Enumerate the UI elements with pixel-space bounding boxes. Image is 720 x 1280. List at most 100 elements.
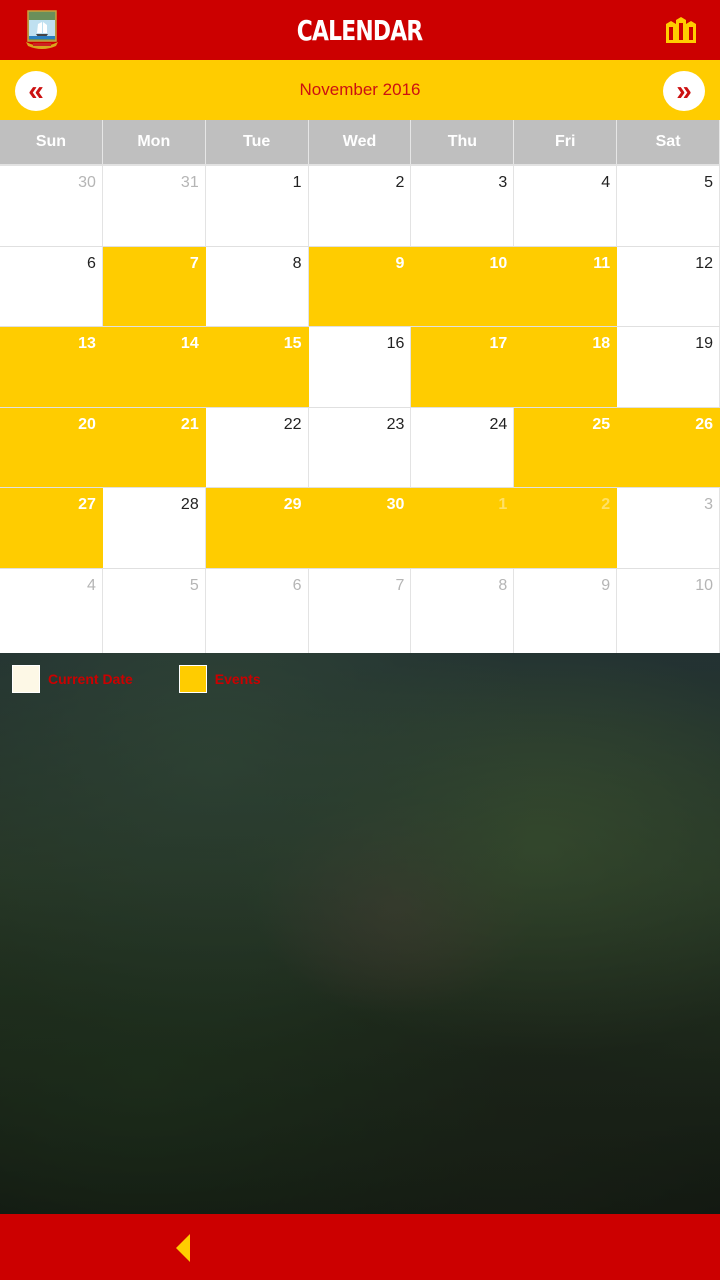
- calendar-day[interactable]: 4: [514, 166, 618, 246]
- calendar-day-event[interactable]: 21: [102, 407, 206, 487]
- day-number: 28: [180, 496, 199, 513]
- day-number: 26: [695, 415, 714, 433]
- day-number: 30: [386, 496, 405, 513]
- calendar-day[interactable]: 2: [308, 166, 412, 246]
- calendar-day[interactable]: 10: [617, 568, 720, 654]
- day-number: 23: [386, 415, 405, 433]
- calendar-day[interactable]: 3: [617, 488, 720, 568]
- day-number: 25: [592, 415, 611, 433]
- calendar-day-event[interactable]: 13: [0, 327, 103, 407]
- next-month-button[interactable]: »: [663, 71, 705, 111]
- calendar-day-event[interactable]: 2: [514, 488, 618, 568]
- legend-label: Current Date: [48, 671, 133, 687]
- calendar-week-row: 6 7 8 9 10 11 12: [0, 246, 720, 327]
- calendar-day[interactable]: 5: [617, 166, 720, 246]
- current-month-label: November 2016: [299, 80, 421, 99]
- calendar-day-event[interactable]: 30: [308, 488, 412, 568]
- calendar-day[interactable]: 5: [102, 568, 206, 654]
- day-number: 15: [283, 335, 302, 352]
- day-number: 10: [489, 254, 508, 272]
- day-number: 27: [78, 496, 96, 513]
- calendar-day-event[interactable]: 18: [514, 327, 618, 407]
- double-chevron-right-icon: »: [676, 75, 692, 106]
- day-number: 3: [498, 174, 508, 191]
- weekday-header: Mon: [103, 120, 206, 164]
- calendar-day-event[interactable]: 27: [0, 488, 103, 568]
- calendar-day[interactable]: 22: [205, 407, 309, 487]
- calendar-day[interactable]: 4: [0, 568, 103, 654]
- day-number: 21: [180, 415, 199, 433]
- aerial-background-image: [0, 653, 720, 1215]
- calendar-day-event[interactable]: 15: [205, 327, 309, 407]
- calendar-day[interactable]: 23: [308, 407, 412, 487]
- page-title: CALENDAR: [297, 13, 423, 47]
- calendar-day[interactable]: 30: [0, 166, 103, 246]
- month-navigation-bar: November 2016: [0, 60, 720, 120]
- calendar-day[interactable]: 6: [0, 246, 103, 326]
- day-number: 6: [86, 254, 96, 272]
- calendar-day[interactable]: 3: [411, 166, 515, 246]
- back-arrow-icon[interactable]: [176, 1234, 192, 1262]
- weekday-header: Sun: [0, 120, 103, 164]
- events-swatch: [178, 665, 207, 693]
- day-number: 20: [78, 415, 96, 433]
- calendar-day[interactable]: 24: [411, 407, 515, 487]
- calendar-day-event[interactable]: 1: [411, 488, 515, 568]
- calendar-day[interactable]: 28: [102, 488, 206, 568]
- day-number: 7: [395, 576, 405, 594]
- calendar-week-row: 20 21 22 23 24 25 26: [0, 407, 720, 488]
- weekday-header: Thu: [411, 120, 515, 164]
- calendar-day[interactable]: 7: [308, 568, 412, 654]
- calendar-day[interactable]: 9: [514, 568, 618, 654]
- calendar-day[interactable]: 6: [205, 568, 309, 654]
- calendar-day-event[interactable]: 7: [102, 246, 206, 326]
- buildings-icon[interactable]: [664, 16, 698, 44]
- calendar-day-event[interactable]: 29: [205, 488, 309, 568]
- bottom-bar: [0, 1214, 720, 1280]
- day-number: 24: [489, 415, 508, 433]
- weekday-header: Wed: [309, 120, 412, 164]
- day-number: 11: [593, 254, 611, 272]
- calendar-day[interactable]: 8: [205, 246, 309, 326]
- legend-item-current-date: Current Date: [12, 665, 133, 693]
- calendar-day-event[interactable]: 9: [308, 246, 412, 326]
- calendar-grid: Sun Mon Tue Wed Thu Fri Sat 30 31 1 2 3 4 5 6 7 8…: [0, 120, 720, 655]
- calendar-weeks: 30 31 1 2 3 4 5 6 7 8 9 10 11 12 13 14 15 16 17 18 19 20 21 22 2…: [0, 166, 720, 655]
- calendar-week-row: 30 31 1 2 3 4 5: [0, 166, 720, 247]
- day-number: 14: [180, 335, 199, 352]
- calendar-day-event[interactable]: 14: [102, 327, 206, 407]
- day-number: 22: [283, 415, 302, 433]
- day-number: 31: [180, 174, 199, 191]
- previous-month-button[interactable]: «: [15, 71, 57, 111]
- calendar-day[interactable]: 31: [102, 166, 206, 246]
- day-number: 1: [498, 496, 508, 513]
- weekday-header: Fri: [514, 120, 618, 164]
- calendar-day-event[interactable]: 25: [514, 407, 618, 487]
- day-number: 9: [395, 254, 405, 272]
- day-number: 2: [601, 496, 611, 513]
- coat-of-arms-logo-icon[interactable]: [25, 10, 59, 50]
- calendar-day-event[interactable]: 11: [514, 246, 618, 326]
- day-number: 12: [695, 254, 714, 272]
- day-number: 8: [498, 576, 508, 594]
- day-number: 5: [189, 576, 199, 594]
- day-number: 18: [592, 335, 611, 352]
- calendar-day-event[interactable]: 17: [411, 327, 515, 407]
- double-chevron-left-icon: «: [28, 75, 44, 106]
- calendar-day[interactable]: 8: [411, 568, 515, 654]
- calendar-day-event[interactable]: 10: [411, 246, 515, 326]
- calendar-day[interactable]: 16: [308, 327, 412, 407]
- calendar-day[interactable]: 19: [617, 327, 720, 407]
- day-number: 30: [78, 174, 96, 191]
- calendar-day-event[interactable]: 26: [617, 407, 720, 487]
- current-date-swatch: [12, 665, 40, 693]
- day-number: 9: [601, 576, 611, 594]
- day-number: 13: [78, 335, 96, 352]
- day-number: 2: [395, 174, 405, 191]
- calendar-day[interactable]: 12: [617, 246, 720, 326]
- calendar-day[interactable]: 1: [205, 166, 309, 246]
- legend-label: Events: [214, 671, 261, 687]
- calendar-week-row: 27 28 29 30 1 2 3: [0, 488, 720, 569]
- calendar-day-event[interactable]: 20: [0, 407, 103, 487]
- day-number: 16: [386, 335, 405, 352]
